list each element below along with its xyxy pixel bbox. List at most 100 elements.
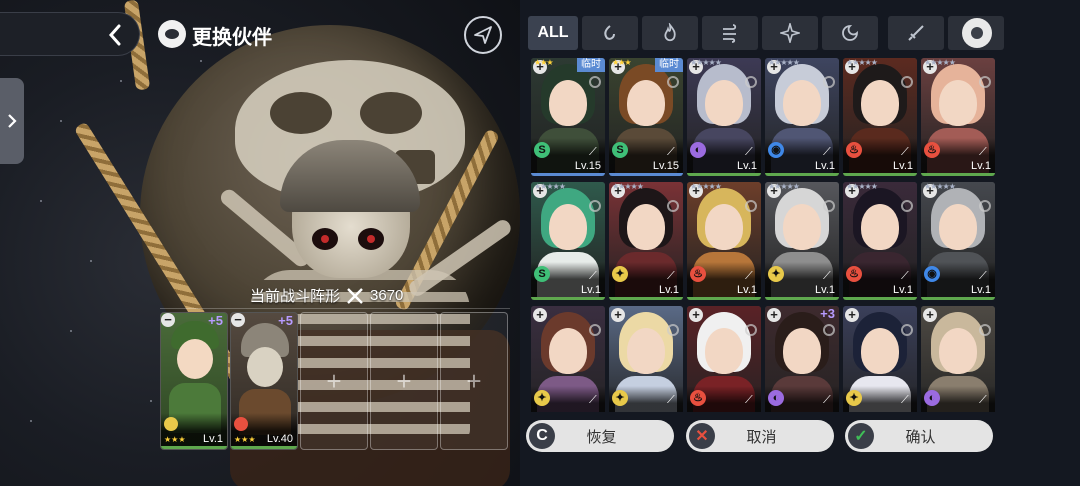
level-label: Lv.1 (203, 433, 223, 445)
level-label: Lv.1 (815, 284, 835, 296)
level-label: Lv.40 (266, 433, 293, 445)
level-label: Lv.1 (971, 160, 991, 172)
level-bar (765, 297, 839, 300)
cancel-label: 取消 (746, 428, 777, 446)
confirm-button[interactable]: ✓ 确认 (845, 420, 993, 452)
star-rating: ★★★★★ (924, 58, 956, 67)
plus-icon: + (466, 365, 482, 396)
level-bar (843, 297, 917, 300)
character-card[interactable]: + ♨ ⟋ (687, 306, 761, 412)
level-bar (531, 173, 605, 176)
star-rating: ★★★ (234, 435, 256, 444)
filter-dark-button[interactable] (822, 16, 878, 50)
level-label: Lv.1 (581, 284, 601, 296)
filter-fire-button[interactable] (642, 16, 698, 50)
character-card[interactable]: + ◐ ⟋ +3 (765, 306, 839, 412)
light-element-icon: ✦ (534, 390, 550, 406)
character-card[interactable]: + S ⟋ 临时 ★★★ Lv.15 (531, 58, 605, 176)
character-face (247, 347, 283, 387)
bonus-badge: +5 (208, 313, 223, 328)
filter-water-button[interactable] (582, 16, 638, 50)
sword-icon (908, 25, 924, 41)
medal-icon[interactable] (962, 18, 992, 48)
character-card[interactable]: + ✦ ⟋ ★★★★★ Lv.1 (609, 182, 683, 300)
star-rating: ★★★ (164, 435, 186, 444)
remove-button[interactable]: − (161, 313, 175, 327)
formation-slot-3[interactable]: + (300, 312, 368, 450)
bonus-badge: +5 (278, 313, 293, 328)
character-face (783, 328, 821, 374)
character-card[interactable]: + ✦ ⟋ (843, 306, 917, 412)
close-icon: ✕ (689, 423, 715, 449)
light-element-icon (164, 417, 178, 431)
bonus-badge: +3 (820, 306, 835, 321)
check-icon: ✓ (848, 423, 874, 449)
side-panel-toggle[interactable] (0, 78, 24, 164)
back-button[interactable] (96, 16, 134, 54)
dark-element-icon (842, 25, 858, 41)
equipment-ring-icon (667, 324, 679, 336)
character-card[interactable]: + ✦ ⟋ (609, 306, 683, 412)
filter-sword-button[interactable] (888, 16, 944, 50)
character-card[interactable]: + ◉ ⟋ ★★★★★ Lv.1 (765, 58, 839, 176)
fire-element-icon: ♨ (690, 390, 706, 406)
weapon-icon: ⟋ (901, 394, 909, 406)
send-button[interactable] (464, 16, 502, 54)
filter-all-button[interactable]: ALL (528, 16, 578, 50)
formation-slot-5[interactable]: + (440, 312, 508, 450)
character-card[interactable]: + ◐ ⟋ ★★★★★ Lv.1 (687, 58, 761, 176)
add-button[interactable]: + (611, 308, 625, 322)
add-button[interactable]: + (923, 308, 937, 322)
level-bar (843, 173, 917, 176)
chevron-left-icon (108, 24, 121, 46)
character-card[interactable]: + ◉ ⟋ ★★★★★ Lv.1 (921, 182, 995, 300)
level-label: Lv.1 (737, 284, 757, 296)
page-title: 更换伙伴 (192, 27, 272, 49)
character-card[interactable]: + S ⟋ ★★★★★ Lv.1 (531, 182, 605, 300)
star-rating: ★★★★★ (846, 58, 878, 67)
level-label: Lv.1 (815, 160, 835, 172)
reset-button[interactable]: C 恢复 (526, 420, 674, 452)
level-bar (921, 297, 995, 300)
level-bar (921, 173, 995, 176)
star-rating: ★★★★★ (768, 58, 800, 67)
add-button[interactable]: + (845, 308, 859, 322)
star-rating: ★★★★★ (768, 182, 800, 191)
formation-slot-1[interactable]: − +5 ★★★ Lv.1 (160, 312, 228, 450)
add-button[interactable]: + (689, 308, 703, 322)
character-face (939, 328, 977, 374)
character-card[interactable]: + ♨ ⟋ ★★★★★ Lv.1 (843, 182, 917, 300)
character-card[interactable]: + S ⟋ 临时 ★★★ Lv.15 (609, 58, 683, 176)
reset-label: 恢复 (586, 428, 617, 446)
character-card[interactable]: + ♨ ⟋ ★★★★★ Lv.1 (921, 58, 995, 176)
filter-light-button[interactable] (762, 16, 818, 50)
dark-element-icon: ◐ (768, 390, 784, 406)
character-card[interactable]: + ♨ ⟋ ★★★★★ Lv.1 (687, 182, 761, 300)
character-card[interactable]: + ✦ ⟋ ★★★★★ Lv.1 (765, 182, 839, 300)
character-card[interactable]: + ◐ ⟋ (921, 306, 995, 412)
chevron-right-icon (8, 114, 17, 128)
star-rating: ★★★★★ (534, 182, 566, 191)
character-card[interactable]: + ♨ ⟋ ★★★★★ Lv.1 (843, 58, 917, 176)
add-button[interactable]: + (533, 308, 547, 322)
star-rating: ★★★★★ (690, 182, 722, 191)
skull-title-icon (158, 20, 186, 48)
character-face (177, 339, 213, 379)
filter-bar: ALL (528, 16, 1004, 50)
add-button[interactable]: + (767, 308, 781, 322)
cancel-button[interactable]: ✕ 取消 (686, 420, 834, 452)
paper-plane-icon (474, 26, 492, 44)
light-element-icon: ✦ (612, 390, 628, 406)
equipment-ring-icon (823, 324, 835, 336)
character-card[interactable]: + ✦ ⟋ (531, 306, 605, 412)
character-face (627, 328, 665, 374)
formation-slot-4[interactable]: + (370, 312, 438, 450)
filter-wind-button[interactable] (702, 16, 758, 50)
formation-slot-2[interactable]: − +5 ★★★ Lv.40 (230, 312, 298, 450)
fire-element-icon (664, 23, 676, 42)
star-rating: ★★★★★ (924, 182, 956, 191)
plus-icon: + (326, 365, 342, 396)
water-element-icon (604, 25, 615, 40)
remove-button[interactable]: − (231, 313, 245, 327)
formation-title: 当前战斗阵形 (250, 288, 341, 305)
